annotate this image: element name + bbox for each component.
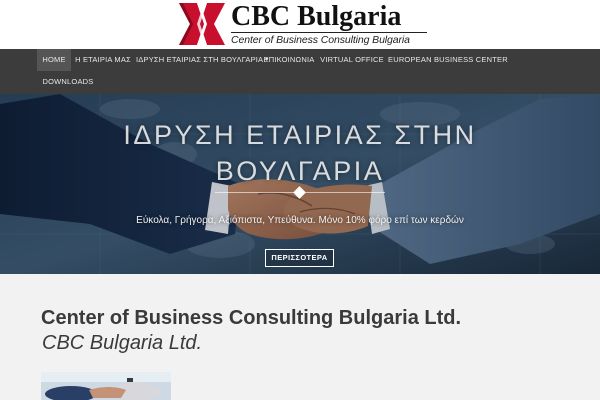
logo-subtitle: Center of Business Consulting Bulgaria [231, 34, 410, 46]
business-meeting-thumbnail-image [41, 372, 171, 400]
nav-item-company[interactable]: Η ΕΤΑΙΡΙΑ ΜΑΣ [72, 49, 134, 71]
nav-item-label: Η ΕΤΑΙΡΙΑ ΜΑΣ [75, 55, 131, 64]
company-name-heading: Center of Business Consulting Bulgaria L… [41, 307, 462, 329]
nav-item-home[interactable]: HOME [37, 49, 71, 71]
logo-divider [231, 32, 427, 33]
nav-item-label: ΕΠΙΚΟΙΝΩΝΙΑ [263, 55, 315, 64]
hero-subtitle: Εύκολα, Γρήγορα, Αξιόπιστα, Υπεύθυνα. Μό… [136, 215, 464, 226]
cbc-logo-mark-icon [177, 1, 227, 47]
nav-item-label: DOWNLOADS [42, 77, 94, 86]
nav-item-virtual-office[interactable]: VIRTUAL OFFICE [320, 49, 384, 71]
company-short-name: CBC Bulgaria Ltd. [42, 332, 203, 354]
hero-title: ΙΔΡΥΣΗ ΕΤΑΙΡΙΑΣ ΣΤΗΝ ΒΟΥΛΓΑΡΙΑ [123, 120, 477, 186]
nav-item-downloads[interactable]: DOWNLOADS [40, 71, 96, 93]
nav-item-label: VIRTUAL OFFICE [320, 55, 384, 64]
nav-item-company-formation[interactable]: ΙΔΡΥΣΗ ΕΤΑΙΡΙΑΣ ΣΤΗ ΒΟΥΛΓΑΡΙΑ ▾ [136, 49, 268, 71]
nav-item-label: ΙΔΡΥΣΗ ΕΤΑΙΡΙΑΣ ΣΤΗ ΒΟΥΛΓΑΡΙΑ [136, 55, 264, 64]
main-navigation: HOME Η ΕΤΑΙΡΙΑ ΜΑΣ ΙΔΡΥΣΗ ΕΤΑΙΡΙΑΣ ΣΤΗ Β… [0, 49, 600, 94]
main-content: Center of Business Consulting Bulgaria L… [0, 274, 600, 400]
logo-title: CBC Bulgaria [231, 1, 402, 32]
nav-item-label: EUROPEAN BUSINESS CENTER [388, 55, 508, 64]
nav-item-contact[interactable]: ΕΠΙΚΟΙΝΩΝΙΑ [262, 49, 316, 71]
nav-item-european-business-center[interactable]: EUROPEAN BUSINESS CENTER [388, 49, 508, 71]
more-button[interactable]: ΠΕΡΙΣΣΟΤΕΡΑ [265, 249, 334, 267]
site-header: CBC Bulgaria Center of Business Consulti… [0, 0, 600, 49]
site-logo[interactable]: CBC Bulgaria Center of Business Consulti… [177, 1, 427, 47]
hero-banner: ΙΔΡΥΣΗ ΕΤΑΙΡΙΑΣ ΣΤΗΝ ΒΟΥΛΓΑΡΙΑ Εύκολα, Γ… [0, 94, 600, 274]
nav-item-label: HOME [42, 55, 66, 64]
